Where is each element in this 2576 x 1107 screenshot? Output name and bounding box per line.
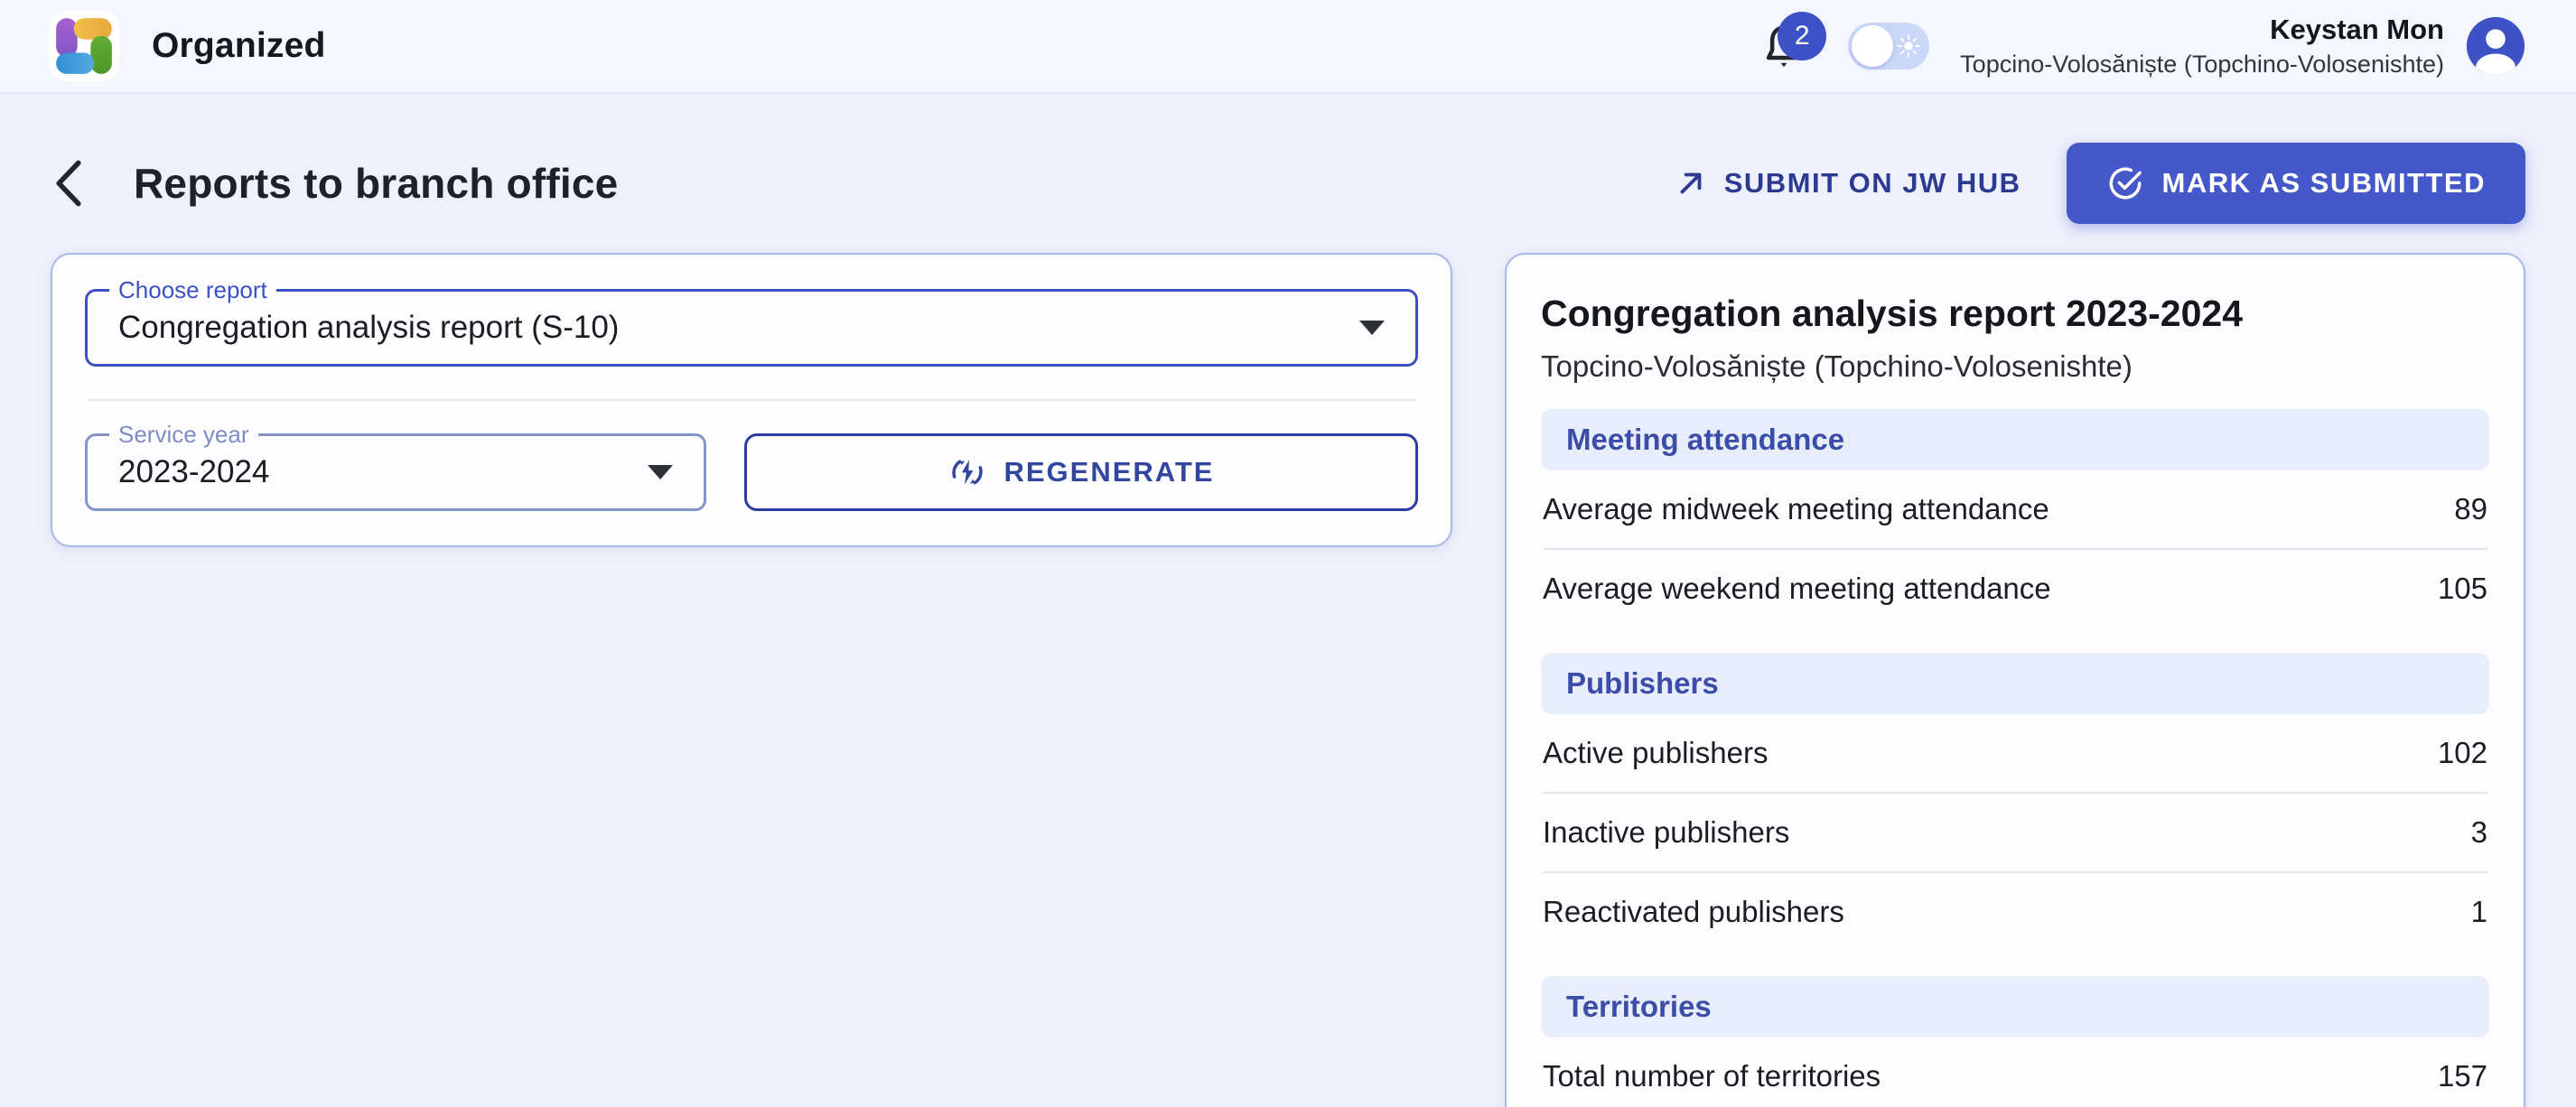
back-button[interactable]: [51, 158, 92, 209]
toggle-knob: [1852, 25, 1893, 67]
user-avatar[interactable]: [2464, 14, 2527, 78]
regenerate-bolt-icon: [947, 452, 987, 492]
report-stat-row: Total number of territories 157: [1543, 1037, 2487, 1107]
sun-icon: [1896, 33, 1921, 59]
mark-as-submitted-label: MARK AS SUBMITTED: [2162, 167, 2486, 200]
report-stat-row: Active publishers 102: [1543, 714, 2487, 792]
section-header: Territories: [1541, 976, 2489, 1037]
user-name: Keystan Mon: [1960, 13, 2444, 48]
section-header: Meeting attendance: [1541, 409, 2489, 470]
report-summary-card: Congregation analysis report 2023-2024 T…: [1505, 253, 2525, 1107]
service-year-value: 2023-2024: [118, 454, 269, 490]
page-title: Reports to branch office: [134, 159, 618, 208]
section-title: Meeting attendance: [1566, 423, 1844, 456]
report-section: Meeting attendance Average midweek meeti…: [1541, 409, 2489, 628]
stat-label: Average weekend meeting attendance: [1543, 572, 2051, 606]
service-year-select[interactable]: Service year 2023-2024: [85, 433, 706, 511]
report-section: Publishers Active publishers 102 Inactiv…: [1541, 653, 2489, 951]
user-info: Keystan Mon Topcino-Volosăniște (Topchin…: [1960, 13, 2444, 80]
service-year-label: Service year: [109, 421, 258, 449]
stat-label: Total number of territories: [1543, 1059, 1881, 1093]
section-rows: Total number of territories 157 Uncovere…: [1541, 1037, 2489, 1107]
section-header: Publishers: [1541, 653, 2489, 714]
notification-badge: 2: [1778, 12, 1826, 60]
dropdown-caret-icon: [1359, 321, 1385, 335]
section-rows: Average midweek meeting attendance 89 Av…: [1541, 470, 2489, 628]
report-chooser-card: Choose report Congregation analysis repo…: [51, 253, 1452, 547]
page-header-row: Reports to branch office SUBMIT ON JW HU…: [51, 143, 2525, 224]
stat-value: 1: [2471, 895, 2487, 929]
stat-value: 89: [2454, 492, 2487, 526]
dropdown-caret-icon: [648, 465, 673, 479]
choose-report-label: Choose report: [109, 276, 276, 304]
stat-value: 157: [2438, 1059, 2487, 1093]
report-section: Territories Total number of territories …: [1541, 976, 2489, 1107]
report-sections: Meeting attendance Average midweek meeti…: [1541, 409, 2489, 1107]
section-rows: Active publishers 102 Inactive publisher…: [1541, 714, 2489, 951]
dark-mode-toggle[interactable]: [1848, 23, 1929, 70]
regenerate-label: REGENERATE: [1003, 456, 1214, 488]
choose-report-select[interactable]: Choose report Congregation analysis repo…: [85, 289, 1418, 367]
report-stat-row: Average weekend meeting attendance 105: [1543, 548, 2487, 628]
user-congregation: Topcino-Volosăniște (Topchino-Volosenish…: [1960, 50, 2444, 80]
stat-value: 102: [2438, 736, 2487, 770]
mark-as-submitted-button[interactable]: MARK AS SUBMITTED: [2067, 143, 2525, 224]
stat-label: Active publishers: [1543, 736, 1768, 770]
main-content: Reports to branch office SUBMIT ON JW HU…: [0, 143, 2576, 1107]
report-stat-row: Average midweek meeting attendance 89: [1543, 470, 2487, 548]
submit-on-jw-hub-button[interactable]: SUBMIT ON JW HUB: [1674, 166, 2021, 200]
notifications-button[interactable]: 2: [1758, 10, 1821, 82]
report-stat-row: Inactive publishers 3: [1543, 792, 2487, 871]
regenerate-button[interactable]: REGENERATE: [744, 433, 1418, 511]
stat-label: Average midweek meeting attendance: [1543, 492, 2049, 526]
chevron-left-icon: [51, 158, 87, 209]
app-logo-icon[interactable]: [49, 11, 119, 81]
choose-report-value: Congregation analysis report (S-10): [118, 310, 619, 346]
section-title: Publishers: [1566, 666, 1719, 700]
form-divider: [87, 399, 1416, 401]
stat-value: 105: [2438, 572, 2487, 606]
app-name: Organized: [152, 26, 326, 66]
submit-on-jw-hub-label: SUBMIT ON JW HUB: [1724, 167, 2021, 200]
app-bar: Organized 2 Keystan Mon Topcino-Volosăni…: [0, 0, 2576, 94]
stat-label: Reactivated publishers: [1543, 895, 1844, 929]
stat-label: Inactive publishers: [1543, 815, 1789, 850]
check-circle-icon: [2106, 164, 2144, 202]
report-title: Congregation analysis report 2023-2024: [1541, 293, 2489, 335]
report-stat-row: Reactivated publishers 1: [1543, 871, 2487, 951]
stat-value: 3: [2471, 815, 2487, 850]
report-subtitle: Topcino-Volosăniște (Topchino-Volosenish…: [1541, 349, 2489, 384]
section-title: Territories: [1566, 990, 1712, 1023]
north-east-arrow-icon: [1674, 166, 1708, 200]
